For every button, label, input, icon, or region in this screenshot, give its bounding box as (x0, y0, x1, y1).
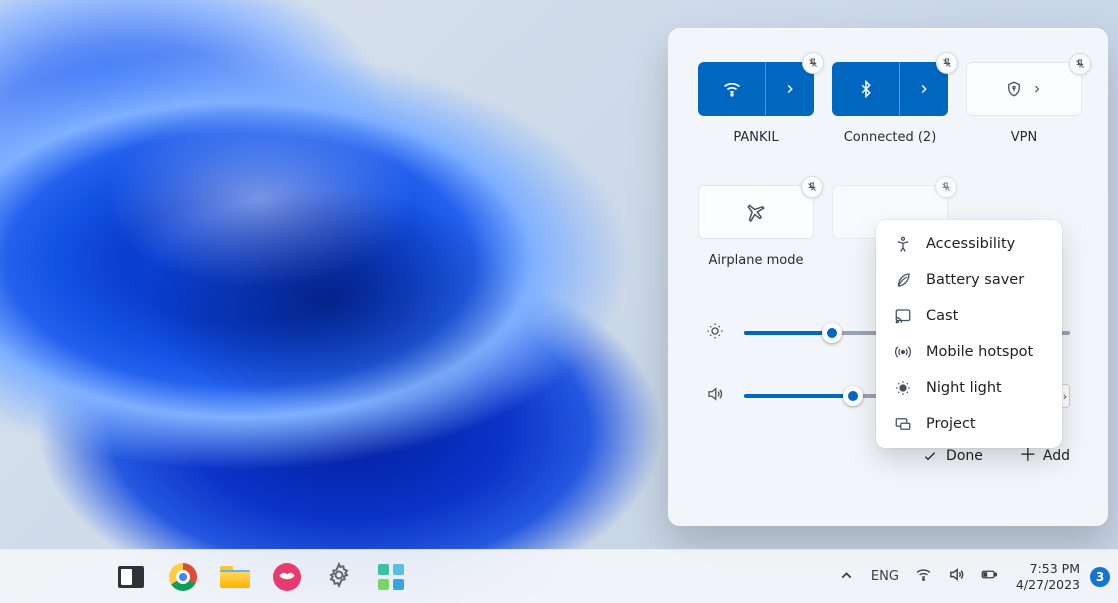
taskview-icon (118, 566, 144, 588)
panel-footer: Done ＋ Add (698, 448, 1078, 464)
bluetooth-tile[interactable] (832, 62, 948, 116)
tray-overflow-button[interactable] (838, 567, 855, 587)
airplane-label: Airplane mode (709, 253, 804, 268)
settings-button[interactable] (318, 556, 360, 598)
menu-cast[interactable]: Cast (876, 298, 1062, 334)
project-icon (894, 415, 912, 433)
copilot-icon (378, 564, 404, 590)
unpin-bluetooth-button[interactable] (936, 52, 958, 74)
lips-icon (273, 563, 301, 591)
wifi-icon (722, 79, 742, 99)
chrome-button[interactable] (162, 556, 204, 598)
tray-battery-icon[interactable] (981, 566, 998, 587)
plus-icon: ＋ (1019, 448, 1035, 464)
add-context-menu: Accessibility Battery saver Cast Mobile … (876, 220, 1062, 448)
ime-indicator[interactable]: ENG (871, 569, 899, 584)
menu-item-label: Night light (926, 380, 1002, 396)
accessibility-icon (894, 235, 912, 253)
taskbar-clock[interactable]: 7:53 PM 4/27/2023 (1016, 561, 1080, 592)
vpn-label: VPN (1011, 130, 1037, 145)
clock-date: 4/27/2023 (1016, 577, 1080, 593)
menu-item-label: Project (926, 416, 976, 432)
menu-item-label: Accessibility (926, 236, 1015, 252)
pink-app-button[interactable] (266, 556, 308, 598)
tray-wifi-icon[interactable] (915, 566, 932, 587)
menu-mobile-hotspot[interactable]: Mobile hotspot (876, 334, 1062, 370)
folder-icon (220, 566, 250, 588)
menu-accessibility[interactable]: Accessibility (876, 226, 1062, 262)
taskbar-tray: ENG 7:53 PM 4/27/2023 3 (838, 550, 1118, 603)
chrome-icon (169, 563, 197, 591)
wifi-tile[interactable] (698, 62, 814, 116)
tray-volume-icon[interactable] (948, 566, 965, 587)
done-label: Done (946, 448, 983, 464)
notification-count: 3 (1096, 570, 1104, 584)
unpin-vpn-button[interactable] (1069, 53, 1091, 75)
tiles-row-1: PANKIL Connected (2) VPN (698, 62, 1078, 145)
notification-badge[interactable]: 3 (1090, 567, 1110, 587)
wifi-label: PANKIL (733, 130, 778, 145)
chevron-right-icon: › (1063, 390, 1067, 403)
add-label: Add (1043, 448, 1070, 464)
airplane-mode-tile[interactable] (698, 185, 814, 239)
brightness-icon (706, 322, 726, 344)
bluetooth-icon (857, 79, 875, 99)
copilot-button[interactable] (370, 556, 412, 598)
check-icon (922, 448, 938, 464)
menu-battery-saver[interactable]: Battery saver (876, 262, 1062, 298)
taskbar-apps (110, 556, 412, 598)
chevron-right-icon (1031, 80, 1043, 99)
menu-item-label: Mobile hotspot (926, 344, 1033, 360)
unpin-wifi-button[interactable] (802, 52, 824, 74)
done-button[interactable]: Done (922, 448, 983, 464)
airplane-icon (745, 201, 767, 223)
taskview-button[interactable] (110, 556, 152, 598)
hotspot-icon (894, 343, 912, 361)
unpin-extra-button[interactable] (935, 176, 957, 198)
add-button[interactable]: ＋ Add (1019, 448, 1070, 464)
taskbar: ENG 7:53 PM 4/27/2023 3 (0, 549, 1118, 603)
cast-icon (894, 307, 912, 325)
file-explorer-button[interactable] (214, 556, 256, 598)
bluetooth-label: Connected (2) (844, 130, 937, 145)
unpin-airplane-button[interactable] (801, 176, 823, 198)
quick-settings-panel: PANKIL Connected (2) VPN Airp (668, 28, 1108, 526)
leaf-icon (894, 271, 912, 289)
menu-project[interactable]: Project (876, 406, 1062, 442)
gear-icon (326, 562, 352, 592)
vpn-tile[interactable] (966, 62, 1082, 116)
nightlight-icon (894, 379, 912, 397)
clock-time: 7:53 PM (1016, 561, 1080, 577)
volume-icon (706, 385, 726, 407)
vpn-shield-icon (1005, 79, 1023, 99)
menu-item-label: Cast (926, 308, 958, 324)
menu-night-light[interactable]: Night light (876, 370, 1062, 406)
menu-item-label: Battery saver (926, 272, 1024, 288)
